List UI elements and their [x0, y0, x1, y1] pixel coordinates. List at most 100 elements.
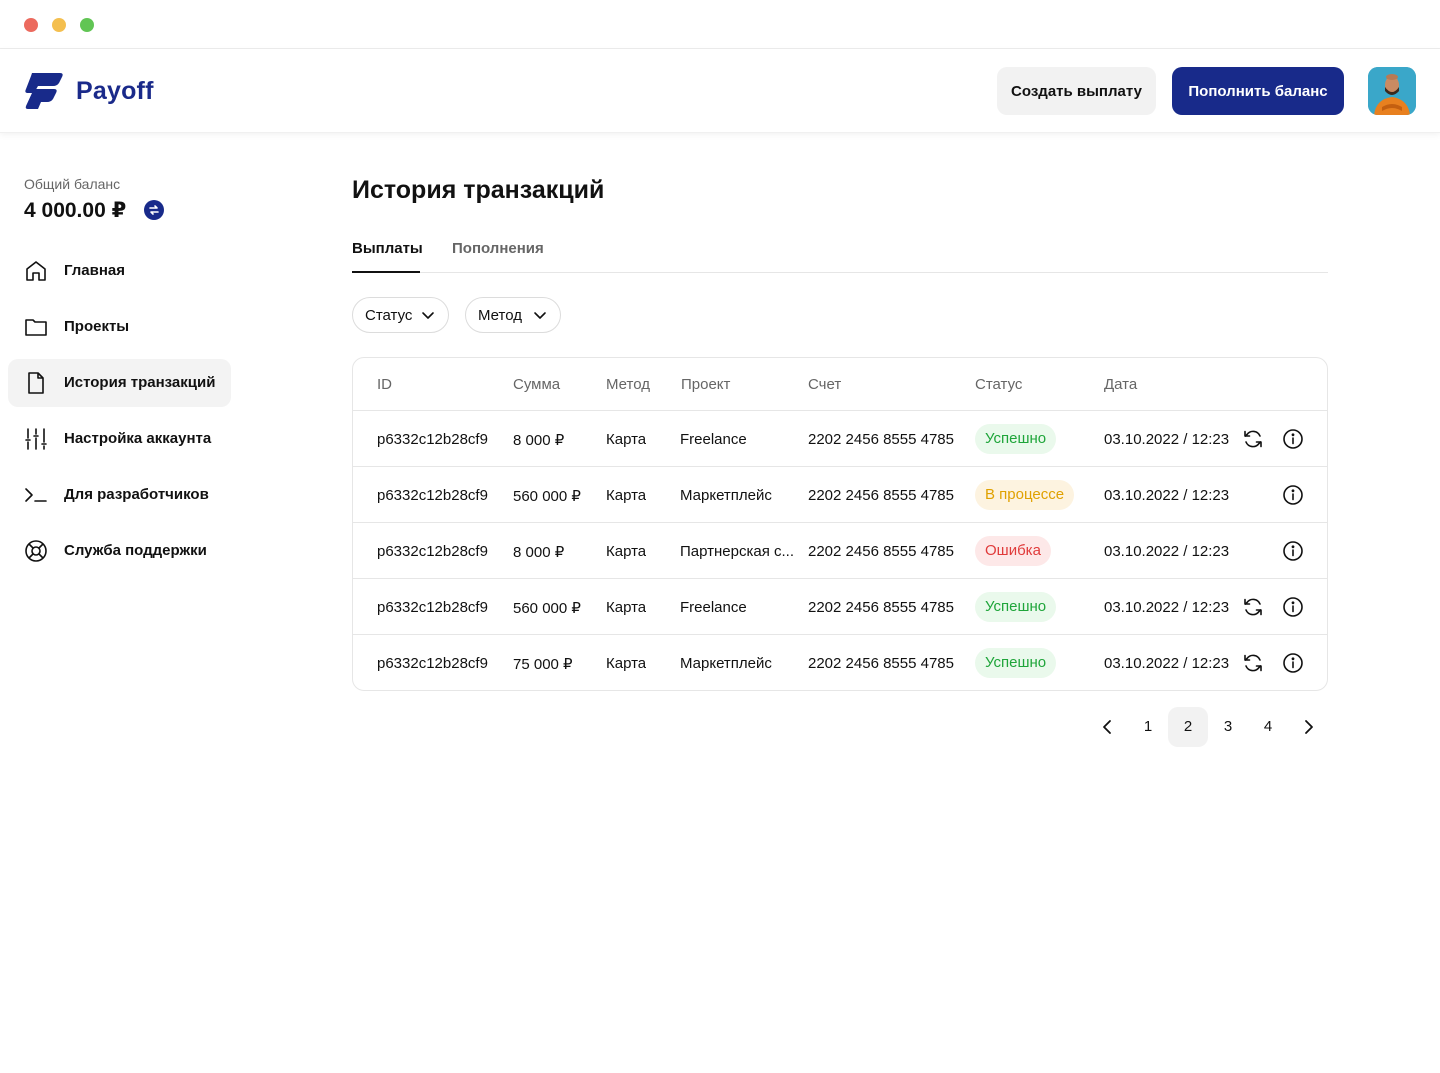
create-payout-button[interactable]: Создать выплату — [997, 67, 1156, 115]
cell-date: 03.10.2022 / 12:23 — [1104, 599, 1230, 616]
maximize-window-button[interactable] — [80, 18, 94, 32]
method-filter-dropdown[interactable]: Метод — [465, 297, 561, 333]
status-badge: Успешно — [975, 648, 1057, 678]
sidebar-item-developers[interactable]: Для разработчиков — [8, 471, 231, 519]
cell-date: 03.10.2022 / 12:23 — [1104, 431, 1230, 448]
cell-account: 2202 2456 8555 4785 — [808, 599, 954, 616]
sidebar-item-label: Настройка аккаунта — [64, 430, 212, 447]
terminal-icon — [25, 488, 47, 502]
top-up-balance-button[interactable]: Пополнить баланс — [1172, 67, 1344, 115]
cell-method: Карта — [606, 655, 647, 672]
column-header-amount[interactable]: Сумма — [513, 376, 560, 393]
sliders-icon — [25, 428, 47, 450]
cell-date: 03.10.2022 / 12:23 — [1104, 487, 1230, 504]
payoff-logo-icon[interactable] — [24, 73, 64, 109]
cell-id: p6332c12b28cf9 — [377, 431, 488, 448]
sidebar-item-transactions[interactable]: История транзакций — [8, 359, 231, 407]
sidebar-item-label: История транзакций — [64, 374, 216, 391]
home-icon — [26, 261, 46, 281]
currency-exchange-icon[interactable] — [144, 200, 164, 220]
tabs: Выплаты Пополнения — [352, 236, 1328, 273]
sidebar-item-projects[interactable]: Проекты — [8, 303, 231, 351]
tab-top-ups[interactable]: Пополнения — [452, 240, 544, 273]
avatar[interactable] — [1368, 67, 1416, 115]
sidebar-item-label: Для разработчиков — [64, 486, 209, 503]
previous-page-icon[interactable] — [1098, 717, 1118, 737]
cell-project: Партнерская с... — [680, 543, 795, 560]
column-header-account[interactable]: Счет — [808, 376, 841, 393]
cell-project: Freelance — [680, 431, 747, 448]
cell-date: 03.10.2022 / 12:23 — [1104, 543, 1230, 560]
transactions-table: ID Сумма Метод Проект Счет Статус Дата p… — [352, 357, 1328, 691]
table-row[interactable]: p6332c12b28cf9 8 000 ₽ Карта Партнерская с.… — [353, 523, 1327, 579]
info-icon[interactable] — [1282, 428, 1304, 450]
status-filter-dropdown[interactable]: Статус — [352, 297, 449, 333]
page-title: История транзакций — [352, 176, 605, 204]
cell-account: 2202 2456 8555 4785 — [808, 431, 954, 448]
refresh-icon[interactable] — [1242, 596, 1264, 618]
refresh-icon[interactable] — [1242, 652, 1264, 674]
info-icon[interactable] — [1282, 484, 1304, 506]
info-icon[interactable] — [1282, 652, 1304, 674]
table-row[interactable]: p6332c12b28cf9 560 000 ₽ Карта Маркетплейс 2… — [353, 467, 1327, 523]
close-window-button[interactable] — [24, 18, 38, 32]
lifebuoy-icon — [25, 540, 47, 562]
cell-method: Карта — [606, 543, 647, 560]
top-header: Payoff Создать выплату Пополнить баланс — [0, 49, 1440, 133]
cell-project: Маркетплейс — [680, 655, 772, 672]
cell-date: 03.10.2022 / 12:23 — [1104, 655, 1230, 672]
table-row[interactable]: p6332c12b28cf9 8 000 ₽ Карта Freelance 2202 … — [353, 411, 1327, 467]
cell-id: p6332c12b28cf9 — [377, 655, 488, 672]
cell-method: Карта — [606, 431, 647, 448]
page-button-4[interactable]: 4 — [1248, 707, 1288, 747]
column-header-status[interactable]: Статус — [975, 376, 1022, 393]
cell-account: 2202 2456 8555 4785 — [808, 487, 954, 504]
folder-icon — [25, 319, 47, 336]
status-badge: Успешно — [975, 424, 1057, 454]
sidebar-item-label: Служба поддержки — [64, 542, 207, 559]
user-avatar-icon — [1368, 67, 1416, 115]
page-button-3[interactable]: 3 — [1208, 707, 1248, 747]
cell-project: Freelance — [680, 599, 747, 616]
next-page-icon[interactable] — [1298, 717, 1318, 737]
cell-method: Карта — [606, 599, 647, 616]
tab-payouts[interactable]: Выплаты — [352, 240, 423, 273]
cell-account: 2202 2456 8555 4785 — [808, 655, 954, 672]
cell-amount: 75 000 ₽ — [513, 656, 573, 673]
cell-account: 2202 2456 8555 4785 — [808, 543, 954, 560]
status-badge: Успешно — [975, 592, 1057, 622]
column-header-project[interactable]: Проект — [681, 376, 730, 393]
cell-project: Маркетплейс — [680, 487, 772, 504]
table-row[interactable]: p6332c12b28cf9 75 000 ₽ Карта Маркетплейс 22… — [353, 635, 1327, 690]
table-row[interactable]: p6332c12b28cf9 560 000 ₽ Карта Freelance 220… — [353, 579, 1327, 635]
sidebar-item-support[interactable]: Служба поддержки — [8, 527, 231, 575]
cell-method: Карта — [606, 487, 647, 504]
sidebar-item-label: Главная — [64, 262, 126, 279]
filter-label: Статус — [365, 307, 413, 324]
cell-amount: 560 000 ₽ — [513, 600, 581, 617]
filter-label: Метод — [478, 307, 522, 324]
column-header-id[interactable]: ID — [377, 376, 392, 393]
sidebar-item-label: Проекты — [64, 318, 130, 335]
cell-id: p6332c12b28cf9 — [377, 487, 488, 504]
cell-amount: 8 000 ₽ — [513, 432, 565, 449]
balance-value: 4 000.00 ₽ — [24, 199, 127, 222]
column-header-method[interactable]: Метод — [606, 376, 650, 393]
chevron-down-icon — [422, 312, 434, 319]
page-button-1[interactable]: 1 — [1128, 707, 1168, 747]
chevron-down-icon — [534, 312, 546, 319]
status-badge: Ошибка — [975, 536, 1051, 566]
info-icon[interactable] — [1282, 596, 1304, 618]
page-button-2[interactable]: 2 — [1168, 707, 1208, 747]
sidebar-item-home[interactable]: Главная — [8, 247, 231, 295]
brand-name: Payoff — [76, 77, 154, 105]
info-icon[interactable] — [1282, 540, 1304, 562]
table-header: ID Сумма Метод Проект Счет Статус Дата — [353, 358, 1327, 411]
status-badge: В процессе — [975, 480, 1075, 510]
cell-amount: 560 000 ₽ — [513, 488, 581, 505]
cell-amount: 8 000 ₽ — [513, 544, 565, 561]
refresh-icon[interactable] — [1242, 428, 1264, 450]
sidebar-item-account-settings[interactable]: Настройка аккаунта — [8, 415, 231, 463]
column-header-date[interactable]: Дата — [1104, 376, 1137, 393]
minimize-window-button[interactable] — [52, 18, 66, 32]
